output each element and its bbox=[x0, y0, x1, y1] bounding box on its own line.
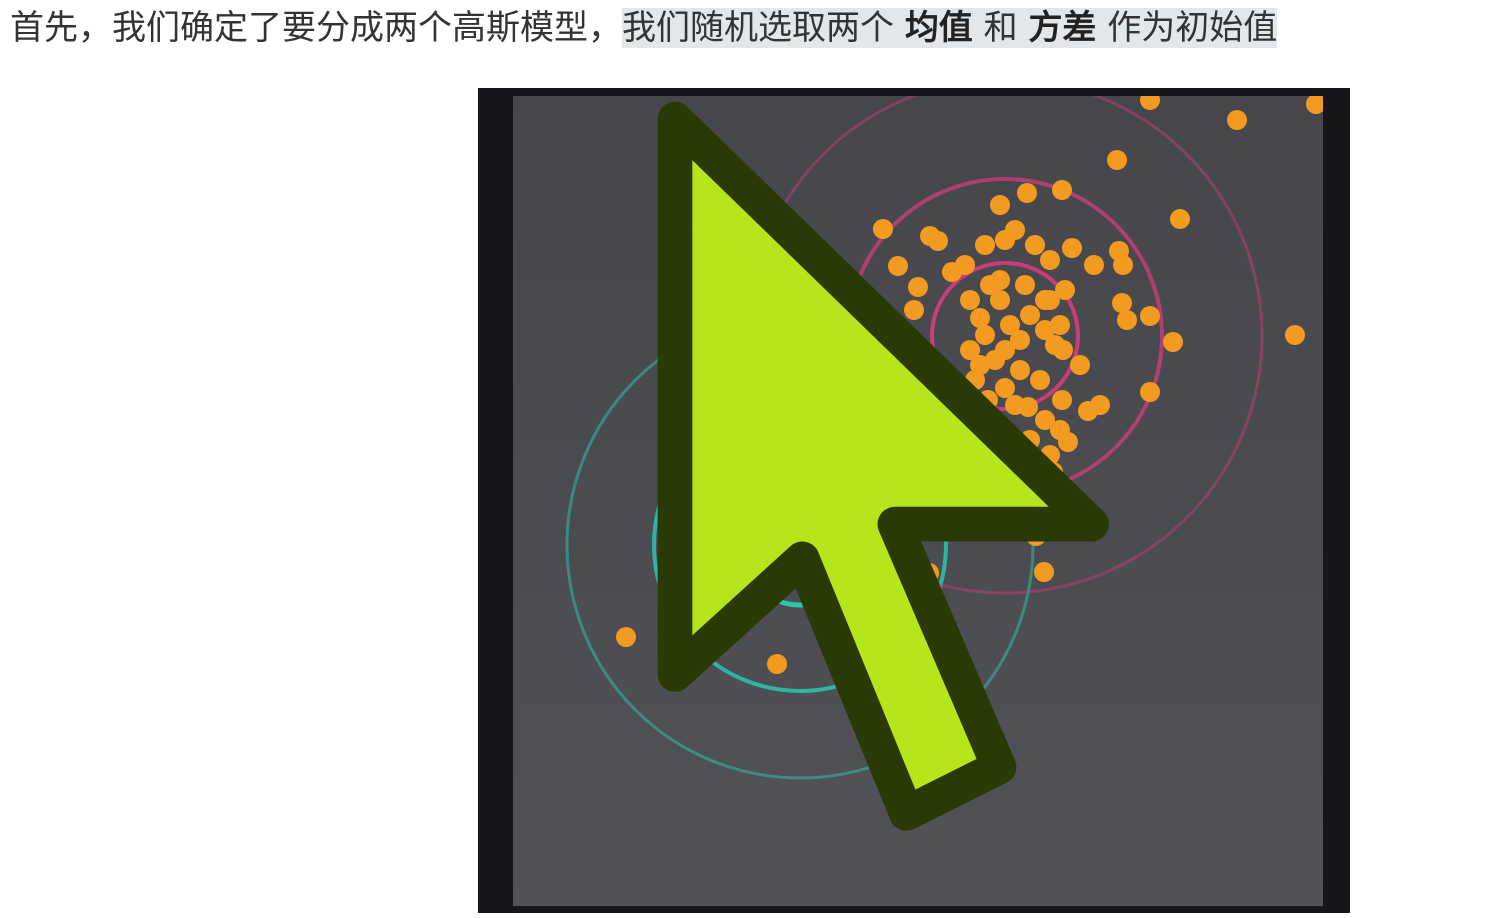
gmm-figure-screenshot bbox=[478, 88, 1350, 913]
caption-highlight-part3: 作为初始值 bbox=[1096, 8, 1278, 48]
caption-bold-mean: 均值 bbox=[904, 8, 973, 48]
caption-bold-variance: 方差 bbox=[1028, 8, 1097, 48]
caption-highlight-part2: 和 bbox=[972, 8, 1029, 48]
mouse-cursor-icon bbox=[657, 101, 1109, 831]
caption-prefix: 首先，我们确定了要分成两个高斯模型， bbox=[10, 8, 622, 48]
gmm-plot-area bbox=[513, 96, 1323, 906]
caption-text: 首先，我们确定了要分成两个高斯模型，我们随机选取两个 均值 和 方差 作为初始值 bbox=[10, 6, 1278, 50]
caption-highlight-part1: 我们随机选取两个 bbox=[622, 8, 905, 48]
caption-highlight: 我们随机选取两个 均值 和 方差 作为初始值 bbox=[622, 8, 1278, 48]
document-page: 首先，我们确定了要分成两个高斯模型，我们随机选取两个 均值 和 方差 作为初始值 bbox=[0, 0, 1493, 918]
